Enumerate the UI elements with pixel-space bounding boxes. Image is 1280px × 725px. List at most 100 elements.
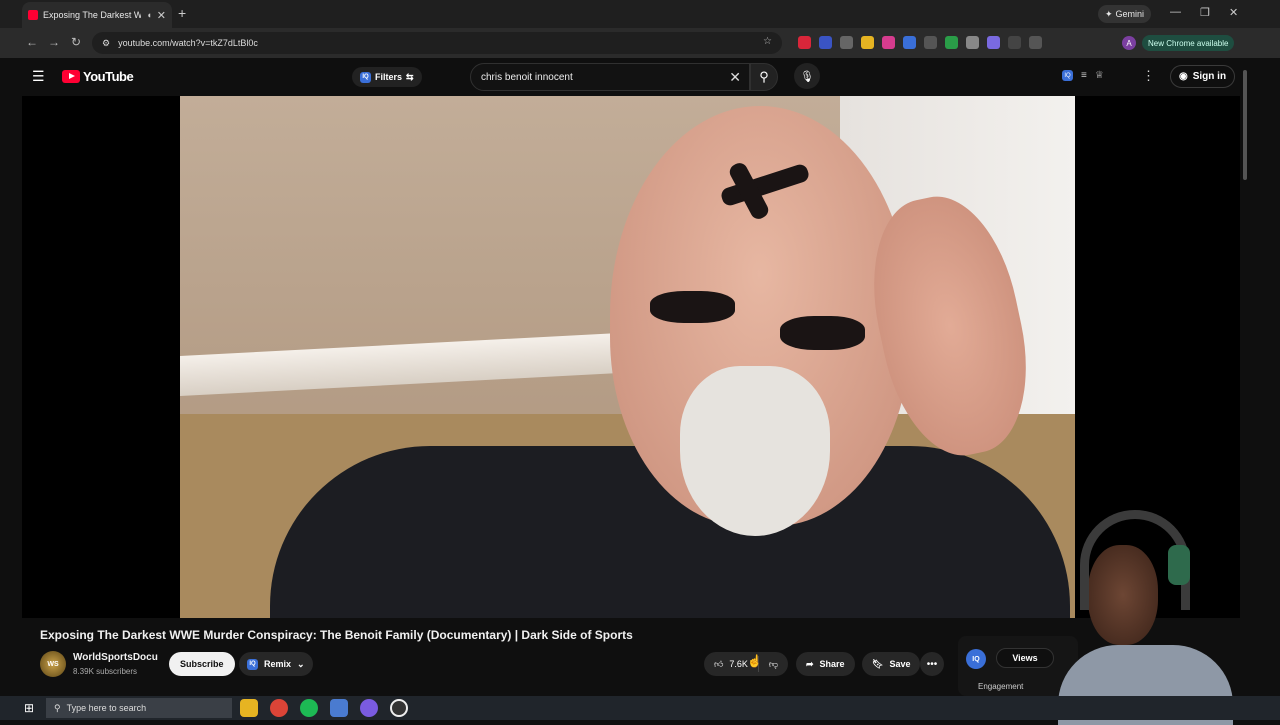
restore-icon[interactable]: ❐ [1200, 6, 1210, 19]
extensions-bar [798, 36, 1042, 49]
youtube-play-icon [62, 70, 80, 83]
app-icon[interactable] [330, 699, 348, 717]
extension-icon[interactable] [924, 36, 937, 49]
share-label: Share [819, 659, 845, 669]
youtube-logo[interactable]: YouTube [62, 69, 134, 84]
extension-icon[interactable] [1008, 36, 1021, 49]
extension-icon[interactable] [840, 36, 853, 49]
dislike-button[interactable]: 👎︎ [759, 659, 788, 670]
file-explorer-icon[interactable] [240, 699, 258, 717]
extension-icon[interactable] [903, 36, 916, 49]
thumbs-down-icon: 👎︎ [768, 658, 779, 669]
profile-avatar[interactable]: A [1122, 36, 1136, 50]
channel-name[interactable]: WorldSportsDocu [73, 652, 158, 663]
list-icon[interactable]: ≡ [1081, 70, 1087, 81]
minimize-icon[interactable]: — [1170, 6, 1181, 18]
scrollbar-thumb[interactable] [1243, 70, 1247, 180]
browser-tab[interactable]: Exposing The Darkest WWE ◖ ✕ [22, 2, 172, 28]
sliders-icon: ⇆ [406, 71, 414, 82]
microphone-icon: 🎙 [800, 70, 814, 83]
like-count: 7.6K [729, 659, 748, 669]
more-options-icon[interactable]: ⋮ [1142, 68, 1155, 84]
share-icon: ➦ [806, 658, 814, 669]
taskbar-search[interactable]: ⚲ Type here to search [46, 698, 232, 718]
gemini-button[interactable]: ✦ Gemini [1098, 5, 1152, 23]
search-button[interactable]: ⚲ [750, 63, 778, 91]
filters-button[interactable]: IQ Filters ⇆ [352, 67, 422, 87]
extension-icon[interactable] [945, 36, 958, 49]
reload-icon[interactable]: ↻ [71, 35, 81, 49]
face-paint-mark [780, 316, 865, 350]
new-tab-icon[interactable]: + [178, 5, 186, 21]
remix-label: Remix [264, 659, 292, 669]
save-button[interactable]: 🔖︎ Save [862, 652, 921, 676]
webcam-overlay [1058, 505, 1238, 725]
taskbar-apps [240, 699, 408, 717]
subscriber-count: 8.39K subscribers [73, 667, 138, 676]
search-icon: ⚲ [759, 69, 769, 84]
extension-icon[interactable] [819, 36, 832, 49]
more-actions-button[interactable]: ••• [920, 652, 944, 676]
extension-icon[interactable] [966, 36, 979, 49]
iq-icon: IQ [360, 71, 371, 83]
subscribe-button[interactable]: Subscribe [169, 652, 235, 676]
url-text: youtube.com/watch?v=tkZ7dLtBl0c [118, 38, 258, 48]
tab-title: Exposing The Darkest WWE [43, 10, 142, 20]
channel-avatar[interactable]: WS [40, 651, 66, 677]
filters-label: Filters [375, 72, 403, 82]
tab-strip: Exposing The Darkest WWE ◖ ✕ + ✦ Gemini … [0, 0, 1280, 28]
search-icon: ⚲ [54, 702, 61, 713]
windows-taskbar: ⊞ ⚲ Type here to search [0, 696, 1280, 720]
extension-icon[interactable] [882, 36, 895, 49]
save-label: Save [889, 659, 911, 669]
iq-icon[interactable]: IQ [1062, 70, 1073, 81]
extension-icon[interactable] [987, 36, 1000, 49]
youtube-header: ☰ YouTube IQ Filters ⇆ chris benoit inno… [22, 58, 1240, 96]
face-paint-mark [650, 291, 735, 323]
bookmark-icon: 🔖︎ [872, 658, 884, 669]
obs-icon[interactable] [390, 699, 408, 717]
video-title: Exposing The Darkest WWE Murder Conspira… [40, 628, 633, 642]
spotify-icon[interactable] [300, 699, 318, 717]
page-scrollbar[interactable] [1240, 58, 1250, 696]
new-chrome-button[interactable]: New Chrome available [1142, 35, 1235, 51]
site-info-icon[interactable]: ⚙ [102, 38, 110, 49]
remix-button[interactable]: IQ Remix ⌄ [239, 652, 313, 676]
back-icon[interactable]: ← [26, 35, 38, 49]
share-button[interactable]: ➦ Share [796, 652, 855, 676]
thumbs-up-icon: 👍︎ [714, 658, 724, 669]
account-icon: ◉ [1179, 71, 1188, 82]
menu-icon[interactable]: ☰ [32, 68, 45, 85]
windows-start-icon[interactable]: ⊞ [24, 701, 34, 715]
bookmark-star-icon[interactable]: ☆ [763, 36, 772, 47]
forward-icon[interactable]: → [48, 35, 60, 49]
sign-in-label: Sign in [1192, 71, 1227, 82]
clear-search-icon[interactable]: ✕ [729, 69, 741, 86]
extension-icon[interactable] [861, 36, 874, 49]
iq-icon: IQ [247, 658, 258, 670]
video-player[interactable] [180, 96, 1075, 618]
header-extension-icons: IQ ≡ ♕ [1062, 70, 1104, 81]
browser-toolbar: ← → ↻ ⚙ youtube.com/watch?v=tkZ7dLtBl0c … [0, 28, 1280, 58]
headset-earcup [1168, 545, 1190, 585]
ellipsis-icon: ••• [926, 658, 938, 670]
close-tab-icon[interactable]: ✕ [157, 9, 166, 22]
gemini-label: Gemini [1115, 9, 1145, 19]
views-tab[interactable]: Views [996, 648, 1054, 668]
address-bar[interactable]: ⚙ youtube.com/watch?v=tkZ7dLtBl0c ☆ [92, 32, 782, 54]
iq-badge[interactable]: IQ [966, 649, 986, 669]
player-letterbox-left [22, 96, 180, 618]
sign-in-button[interactable]: ◉ Sign in [1170, 65, 1236, 88]
puzzle-icon[interactable] [1029, 36, 1042, 49]
chrome-icon[interactable] [270, 699, 288, 717]
mouse-cursor-icon: ☝ [747, 654, 762, 668]
trophy-icon[interactable]: ♕ [1095, 70, 1104, 81]
voice-search-button[interactable]: 🎙 [794, 63, 820, 89]
close-window-icon[interactable]: ✕ [1229, 6, 1238, 19]
speaker-icon[interactable]: ◖ [146, 10, 151, 20]
search-input[interactable]: chris benoit innocent ✕ [470, 63, 750, 91]
youtube-favicon-icon [28, 10, 38, 20]
video-frame-beard [680, 366, 830, 536]
extension-icon[interactable] [798, 36, 811, 49]
discord-icon[interactable] [360, 699, 378, 717]
